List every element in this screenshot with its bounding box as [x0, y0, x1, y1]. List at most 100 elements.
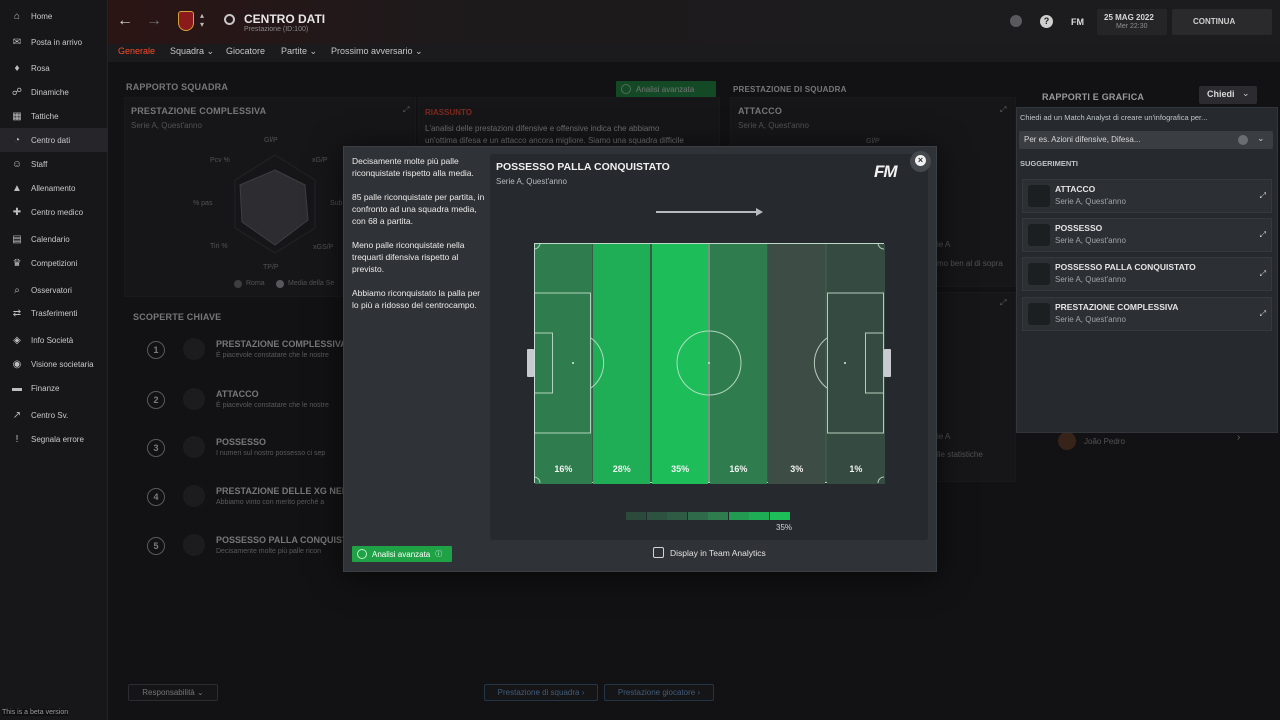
sidebar-item-rosa[interactable]: ♦ Rosa: [0, 56, 108, 80]
medical-icon: ✚: [12, 206, 22, 218]
sidebar-item-home[interactable]: ⌂ Home: [0, 4, 108, 28]
vision-icon: ◉: [12, 358, 22, 370]
chevron-down-icon[interactable]: ⌄: [1257, 133, 1265, 144]
club-info-icon: ◈: [13, 334, 21, 346]
development-icon: ↗: [12, 409, 22, 421]
expand-icon[interactable]: ⤢: [1260, 191, 1266, 201]
heatmap-zone: 3%: [768, 244, 826, 484]
sidebar-item-label: Centro medico: [31, 207, 84, 217]
close-icon[interactable]: ×: [915, 155, 926, 166]
sidebar-item-trasferimenti[interactable]: ⇄ Trasferimenti: [0, 301, 108, 325]
suggestion-thumbnail-icon: [1028, 303, 1050, 325]
sidebar-item-staff[interactable]: ☺ Staff: [0, 152, 108, 176]
sidebar-item-info-societ-[interactable]: ◈ Info Società: [0, 328, 108, 352]
sidebar-item-label: Staff: [31, 159, 48, 169]
zone-value-label: 35%: [671, 464, 690, 474]
suggestion-title: ATTACCO: [1055, 184, 1096, 194]
zone-value-label: 3%: [790, 464, 804, 474]
search-icon[interactable]: [224, 14, 235, 25]
card-subtitle: Serie A, Quest'anno: [496, 177, 567, 186]
sidebar-item-centro-medico[interactable]: ✚ Centro medico: [0, 200, 108, 224]
forward-button[interactable]: →: [146, 12, 162, 30]
tab-squadra[interactable]: Squadra ⌄: [170, 46, 214, 57]
sidebar-item-dinamiche[interactable]: ☍ Dinamiche: [0, 80, 108, 104]
scale-swatch: [626, 512, 646, 520]
expand-icon[interactable]: ⤢: [1260, 309, 1266, 319]
sidebar-item-posta-in-arrivo[interactable]: ✉ Posta in arrivo: [0, 30, 108, 54]
modal-paragraph-4: Abbiamo riconquistato la palla per lo pi…: [352, 288, 481, 310]
tab-prossimo-avversario[interactable]: Prossimo avversario ⌄: [331, 46, 423, 57]
info-icon: ⓘ: [435, 551, 443, 558]
expand-icon[interactable]: ⤢: [1260, 269, 1266, 279]
scale-swatch: [769, 512, 790, 520]
chevron-down-icon: ⌄: [204, 46, 215, 56]
suggestion-item[interactable]: POSSESSO PALLA CONQUISTATO Serie A, Quest…: [1022, 257, 1272, 291]
suggestion-item[interactable]: ATTACCO Serie A, Quest'anno ⤢: [1022, 179, 1272, 213]
scale-swatch: [646, 512, 667, 520]
modal-paragraph-2: 85 palle riconquistate per partita, in c…: [352, 192, 485, 226]
right-goal: [884, 349, 891, 377]
staff-icon: ☺: [11, 158, 23, 170]
attack-direction-arrow-icon: [656, 211, 758, 213]
club-crest-icon[interactable]: [178, 11, 194, 31]
sidebar-item-label: Centro dati: [31, 135, 71, 145]
zone-value-label: 16%: [729, 464, 748, 474]
sidebar-item-label: Visione societaria: [31, 359, 94, 369]
sidebar-item-label: Finanze: [31, 383, 60, 393]
sidebar-item-allenamento[interactable]: ▲ Allenamento: [0, 176, 108, 200]
sidebar-item-label: Dinamiche: [31, 87, 69, 97]
heatmap-zone: 16%: [535, 244, 592, 484]
team-analytics-checkbox[interactable]: [653, 547, 664, 558]
suggestion-subtitle: Serie A, Quest'anno: [1055, 315, 1126, 324]
scale-swatch: [687, 512, 708, 520]
sidebar-item-competizioni[interactable]: ♛ Competizioni: [0, 251, 108, 275]
sidebar: ⌂ Home ✉ Posta in arrivo ♦ Rosa ☍ Dinamiche ▦ Tat…: [0, 0, 108, 720]
scale-swatch: [728, 512, 749, 520]
modal-paragraph-3: Meno palle riconquistate nella trequarti…: [352, 240, 465, 274]
suggestion-item[interactable]: POSSESSO Serie A, Quest'anno ⤢: [1022, 218, 1272, 252]
suggestion-thumbnail-icon: [1028, 185, 1050, 207]
tab-giocatore[interactable]: Giocatore: [226, 46, 265, 56]
sidebar-item-label: Segnala errore: [31, 434, 84, 444]
sidebar-item-label: Osservatori: [31, 285, 72, 295]
chevron-down-icon: ⌄: [307, 46, 318, 56]
suggestion-thumbnail-icon: [1028, 224, 1050, 246]
sidebar-item-finanze[interactable]: ▬ Finanze: [0, 376, 108, 400]
scale-max-label: 35%: [776, 523, 793, 532]
tab-generale[interactable]: Generale: [118, 46, 155, 56]
sidebar-item-label: Centro Sv.: [31, 410, 69, 420]
sidebar-item-visione-societaria[interactable]: ◉ Visione societaria: [0, 352, 108, 376]
sidebar-item-label: Tattiche: [31, 111, 59, 121]
sidebar-item-tattiche[interactable]: ▦ Tattiche: [0, 104, 108, 128]
back-button[interactable]: ←: [117, 12, 133, 30]
analyst-search-input[interactable]: Per es. Azioni difensive, Difesa...: [1024, 135, 1141, 144]
sidebar-item-centro-sv-[interactable]: ↗ Centro Sv.: [0, 403, 108, 427]
continue-label: CONTINUA: [1193, 17, 1236, 26]
suggestion-item[interactable]: PRESTAZIONE COMPLESSIVA Serie A, Quest'an…: [1022, 297, 1272, 331]
left-goal: [527, 349, 534, 377]
clear-icon[interactable]: [1238, 135, 1248, 145]
sidebar-item-centro-dati[interactable]: ◔ Centro dati: [0, 128, 108, 152]
club-switch-icon[interactable]: ▴ ▾: [200, 11, 204, 29]
fm-menu-button[interactable]: FM: [1071, 17, 1084, 27]
transfers-icon: ⇄: [12, 307, 22, 319]
help-icon[interactable]: ?: [1040, 15, 1053, 28]
tab-partite[interactable]: Partite ⌄: [281, 46, 317, 57]
page-subtitle: Prestazione (ID:100): [244, 26, 309, 33]
advanced-analysis-button[interactable]: Analisi avanzata ⓘ: [352, 546, 452, 562]
sidebar-item-label: Allenamento: [31, 183, 76, 193]
sidebar-item-label: Trasferimenti: [31, 308, 78, 318]
sidebar-item-segnala-errore[interactable]: ! Segnala errore: [0, 427, 108, 451]
scouting-icon: ⌕: [14, 284, 20, 296]
arrow-head-icon: [756, 208, 763, 216]
ask-label: Chiedi: [1207, 89, 1235, 99]
scale-swatch: [708, 512, 728, 520]
finance-icon: ▬: [12, 382, 22, 394]
sidebar-item-calendario[interactable]: ▤ Calendario: [0, 227, 108, 251]
expand-icon[interactable]: ⤢: [1260, 230, 1266, 240]
trophy-icon: ♛: [12, 257, 22, 269]
suggestion-title: PRESTAZIONE COMPLESSIVA: [1055, 302, 1179, 312]
lightbulb-icon[interactable]: [1010, 15, 1022, 27]
sidebar-item-osservatori[interactable]: ⌕ Osservatori: [0, 278, 108, 302]
team-analytics-label[interactable]: Display in Team Analytics: [670, 548, 766, 558]
